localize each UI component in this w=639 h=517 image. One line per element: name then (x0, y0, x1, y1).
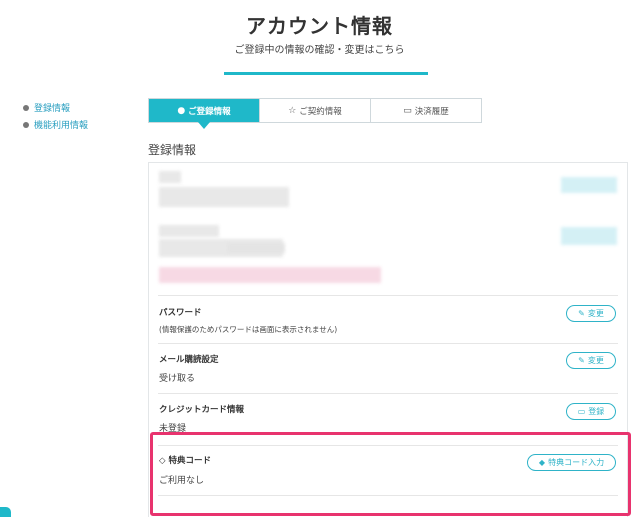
side-nav-label: 登録情報 (34, 104, 71, 114)
page-subtitle: ご登録中の情報の確認・変更はこちら (234, 45, 405, 56)
tab-bar: ● ご登録情報 ☆ ご契約情報 ▭ 決済履歴 (148, 98, 482, 129)
card-icon: ▭ (403, 105, 412, 116)
bullet-icon (23, 104, 29, 111)
mail-subscription-value: 受け取る (159, 374, 196, 384)
tab-contract-info[interactable]: ☆ ご契約情報 (260, 99, 371, 122)
edit-icon: ✎ (578, 309, 585, 318)
mail-subscription-row: メール購読設定 受け取る ✎ 変更 (158, 343, 618, 393)
section-heading: 登録情報 (148, 143, 197, 157)
tab-label: ご契約情報 (299, 106, 342, 117)
side-nav-item-feature-usage[interactable]: 機能利用情報 (23, 116, 88, 133)
password-label: パスワード (159, 308, 202, 318)
star-icon: ☆ (288, 105, 297, 116)
side-nav: 登録情報 機能利用情報 (23, 99, 88, 133)
tab-payment-history[interactable]: ▭ 決済履歴 (371, 99, 481, 122)
tab-label: 決済履歴 (414, 106, 449, 117)
side-nav-label: 機能利用情報 (34, 121, 89, 131)
tab-registration-info[interactable]: ● ご登録情報 (149, 99, 260, 129)
redacted-field (159, 225, 219, 237)
redacted-field (227, 243, 285, 253)
side-nav-item-registration[interactable]: 登録情報 (23, 99, 88, 116)
credit-card-label: クレジットカード情報 (159, 405, 245, 415)
mail-subscription-label: メール購読設定 (159, 355, 219, 365)
redacted-field (159, 187, 289, 207)
password-note: (情報保護のためパスワードは画面に表示されません) (159, 325, 338, 334)
mail-change-button[interactable]: ✎ 変更 (566, 352, 616, 369)
user-icon: ● (177, 105, 186, 116)
redacted-button (561, 227, 617, 245)
button-label: 登録 (588, 407, 605, 416)
redacted-button (561, 177, 617, 193)
coupon-highlight-frame (150, 432, 631, 516)
button-label: 変更 (587, 309, 604, 318)
bullet-icon (23, 121, 29, 128)
page-title: アカウント情報 (246, 14, 393, 38)
password-row: パスワード (情報保護のためパスワードは画面に表示されません) ✎ 変更 (158, 295, 618, 343)
tab-label: ご登録情報 (188, 106, 231, 117)
password-change-button[interactable]: ✎ 変更 (566, 305, 616, 322)
card-icon: ▭ (577, 407, 586, 416)
credit-card-register-button[interactable]: ▭ 登録 (566, 403, 616, 420)
corner-widget[interactable] (0, 507, 11, 517)
redacted-field (159, 171, 181, 183)
title-underline (224, 72, 428, 75)
button-label: 変更 (587, 356, 604, 365)
edit-icon: ✎ (578, 356, 585, 365)
redacted-field (159, 267, 381, 283)
